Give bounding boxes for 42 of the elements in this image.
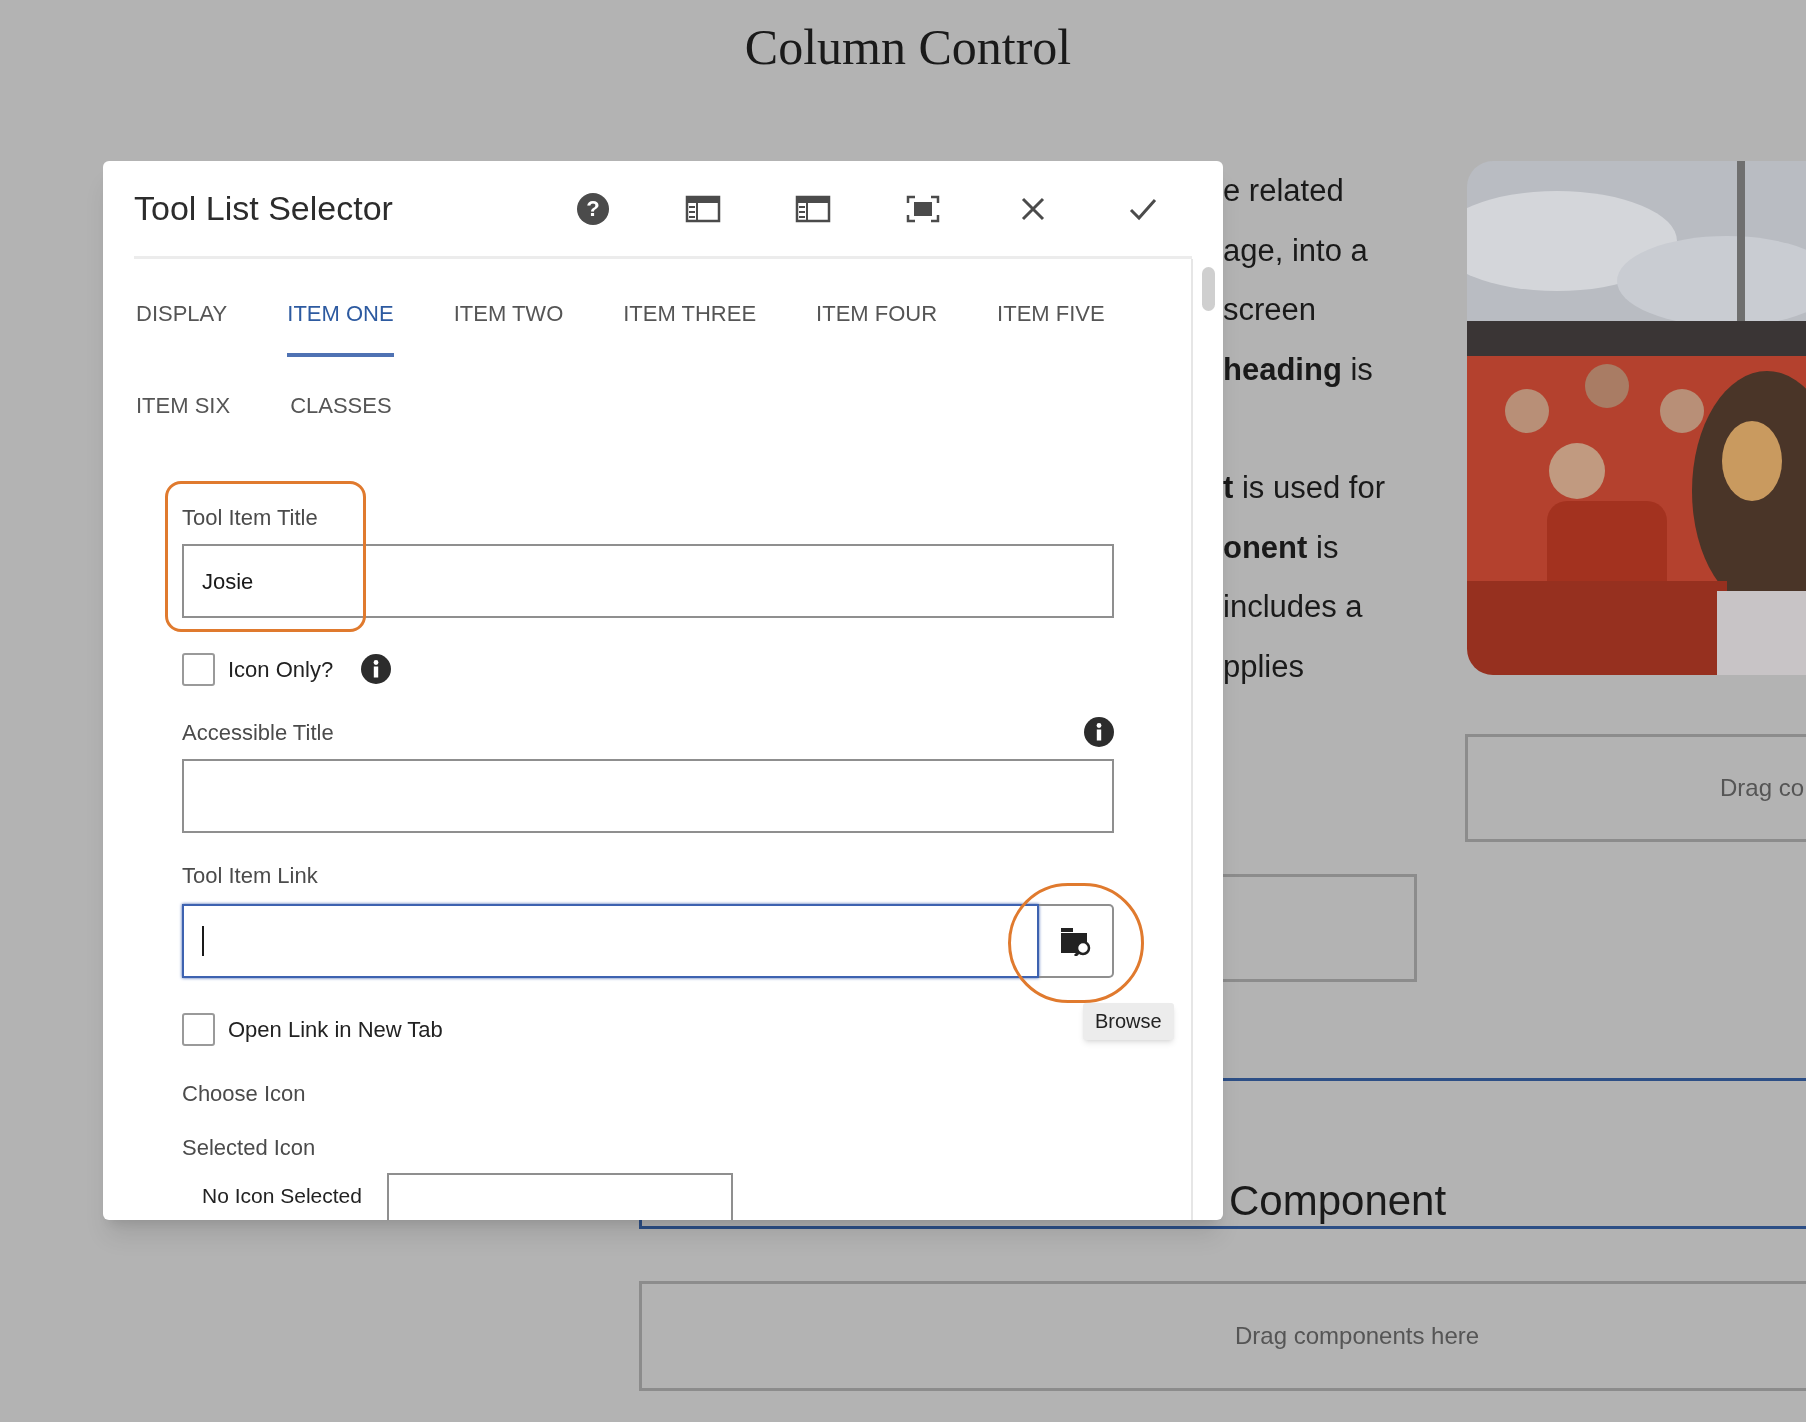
info-icon[interactable] bbox=[361, 654, 392, 684]
section-heading: Component bbox=[1229, 1176, 1447, 1226]
field-label: Selected Icon bbox=[182, 1134, 317, 1162]
tab[interactable]: CLASSES bbox=[290, 365, 392, 449]
dialog-title: Tool List Selector bbox=[134, 188, 393, 229]
tab[interactable]: ITEM TWO bbox=[453, 273, 564, 357]
text-cursor bbox=[202, 926, 204, 956]
drop-zone-label: Drag co bbox=[1720, 773, 1805, 803]
input-field[interactable] bbox=[182, 759, 1114, 833]
text-line: pplies bbox=[1223, 647, 1305, 686]
tab[interactable]: ITEM FOUR bbox=[816, 273, 938, 357]
icon-picker-label: No Icon Selected bbox=[202, 1183, 363, 1209]
field-label: Tool Item Link bbox=[182, 861, 318, 890]
text-line: includes a bbox=[1223, 588, 1364, 626]
info-icon[interactable] bbox=[1084, 717, 1114, 747]
checkbox-label: Open Link in New Tab bbox=[228, 1015, 443, 1044]
text-line: t is used for bbox=[1223, 469, 1386, 507]
text-line: onent is bbox=[1223, 528, 1340, 567]
scrollbar-thumb[interactable] bbox=[1201, 267, 1215, 311]
field-label: Tool Item Title bbox=[182, 503, 318, 532]
tooltip: Browse bbox=[1083, 1003, 1174, 1040]
text-line: age, into a bbox=[1223, 231, 1369, 270]
checkbox[interactable] bbox=[182, 1012, 215, 1046]
page-heading: Column Control bbox=[743, 18, 1072, 77]
tab[interactable]: ITEM ONE bbox=[287, 273, 394, 357]
help-button[interactable]: ? bbox=[577, 192, 609, 225]
tab[interactable]: ITEM SIX bbox=[136, 365, 231, 449]
text-line: screen bbox=[1223, 291, 1318, 329]
checkbox-label: Icon Only? bbox=[228, 655, 334, 684]
text-line: heading is bbox=[1223, 350, 1374, 389]
browse-button[interactable] bbox=[1039, 904, 1114, 978]
field-label: Choose Icon bbox=[182, 1080, 307, 1108]
input-field[interactable]: Josie bbox=[182, 544, 1114, 618]
drop-zone-label: Drag components here bbox=[1235, 1321, 1480, 1351]
text-line: e related bbox=[1223, 172, 1345, 210]
field-label: Accessible Title bbox=[182, 718, 334, 747]
tab[interactable]: ITEM FIVE bbox=[997, 273, 1105, 357]
checkbox[interactable] bbox=[182, 652, 215, 686]
tab[interactable]: DISPLAY bbox=[136, 273, 228, 357]
tab[interactable]: ITEM THREE bbox=[623, 273, 757, 357]
input-field[interactable] bbox=[182, 904, 1039, 978]
folder-search-icon bbox=[1058, 926, 1093, 956]
